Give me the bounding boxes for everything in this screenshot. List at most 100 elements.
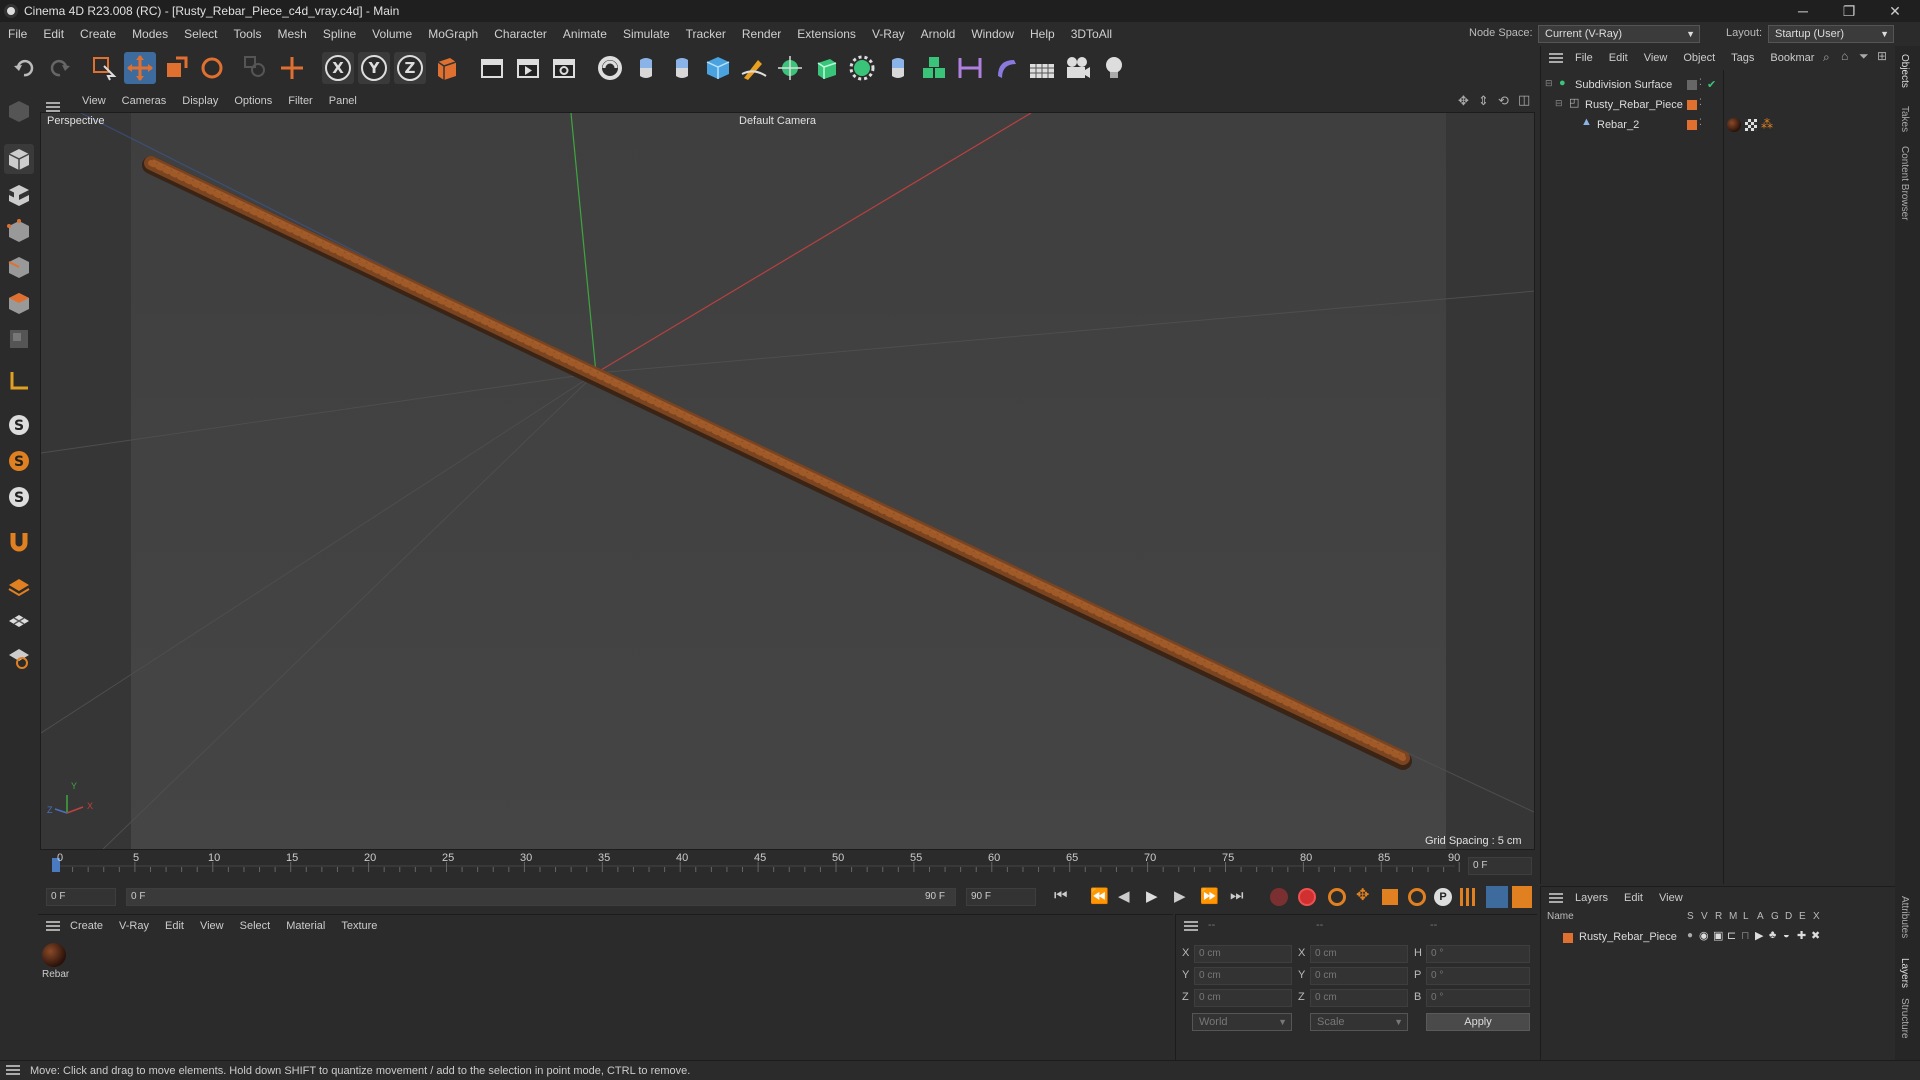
objects-menu-file[interactable]: File (1567, 52, 1601, 64)
play-icon[interactable]: ▶ (1146, 887, 1158, 905)
snap-button-2[interactable]: S (4, 446, 34, 476)
material-menu-texture[interactable]: Texture (333, 920, 385, 932)
size-x-field[interactable]: 0 cm (1310, 945, 1408, 963)
deformer-button[interactable] (990, 52, 1022, 84)
material-menu-material[interactable]: Material (278, 920, 333, 932)
material-menu-create[interactable]: Create (62, 920, 111, 932)
size-z-field[interactable]: 0 cm (1310, 989, 1408, 1007)
deformer-icon[interactable]: ◒ (1783, 929, 1790, 941)
y-axis-toggle[interactable]: Y (358, 52, 390, 84)
expression-icon[interactable]: ✚ (1797, 929, 1806, 942)
point-level-key-icon[interactable] (1460, 888, 1478, 906)
tab-objects[interactable]: Objects (1899, 54, 1910, 88)
uvw-tag-icon[interactable] (1745, 119, 1757, 131)
viewport-menu-cameras[interactable]: Cameras (114, 95, 175, 107)
mograph-button[interactable] (918, 52, 950, 84)
objects-menu-bookmarks[interactable]: Bookmar (1762, 52, 1822, 64)
tree-item-rusty-rebar-piece[interactable]: ⊟ ◰ Rusty_Rebar_Piece ⁚ (1541, 96, 1896, 116)
position-key-icon[interactable]: ✥ (1356, 885, 1369, 905)
viewport-menu-filter[interactable]: Filter (280, 95, 320, 107)
pen-spline-button[interactable] (738, 52, 770, 84)
render-clapboard-icon[interactable]: ▣ (1713, 929, 1723, 942)
vray-tag-icon[interactable]: ⁂ (1761, 117, 1773, 131)
edge-mode-button[interactable] (4, 252, 34, 282)
rotation-key-icon[interactable] (1408, 888, 1426, 906)
objects-menu-tags[interactable]: Tags (1723, 52, 1762, 64)
python-script-button-2[interactable] (666, 52, 698, 84)
xref-icon[interactable]: ✖ (1811, 929, 1820, 942)
python-script-button-3[interactable] (882, 52, 914, 84)
menu-file[interactable]: File (0, 27, 35, 41)
viewport-menu-options[interactable]: Options (226, 95, 280, 107)
close-button[interactable]: ✕ (1872, 0, 1918, 22)
menu-character[interactable]: Character (486, 27, 555, 41)
end-frame-field[interactable]: 90 F (966, 888, 1036, 906)
floor-button[interactable] (1026, 52, 1058, 84)
objects-menu-icon[interactable] (1549, 53, 1563, 63)
redo-button[interactable] (44, 52, 76, 84)
filter-icon[interactable]: ⏷ (1859, 49, 1869, 64)
menu-tools[interactable]: Tools (225, 27, 269, 41)
scale-key-icon[interactable] (1382, 889, 1398, 905)
menu-window[interactable]: Window (963, 27, 1022, 41)
manager-icon[interactable]: ⊏ (1727, 929, 1736, 942)
motion-path-toggle[interactable] (1486, 886, 1508, 908)
menu-create[interactable]: Create (72, 27, 124, 41)
menu-vray[interactable]: V-Ray (864, 27, 913, 41)
snap-button-1[interactable]: S (4, 410, 34, 440)
layer-color-swatch[interactable] (1687, 120, 1697, 130)
enabled-check-icon[interactable]: ✔ (1707, 78, 1716, 91)
expand-toggle-icon[interactable]: ⊟ (1545, 78, 1553, 89)
eye-icon[interactable]: ◉ (1699, 929, 1709, 942)
material-menu-vray[interactable]: V-Ray (111, 920, 157, 932)
live-selection-button[interactable] (88, 52, 120, 84)
layers-menu-edit[interactable]: Edit (1616, 892, 1651, 904)
timeline-ruler[interactable]: 0 5 10 15 20 25 30 35 40 45 50 55 60 65 … (40, 852, 1535, 880)
layers-menu-icon[interactable] (1549, 893, 1563, 903)
lock-icon[interactable]: ⊓ (1741, 929, 1750, 942)
grid-rotate-button[interactable] (4, 642, 34, 672)
search-icon[interactable]: ⌕ (1823, 50, 1830, 65)
uv-mode-button[interactable] (4, 324, 34, 354)
make-editable-button[interactable] (4, 96, 34, 126)
pos-x-field[interactable]: 0 cm (1194, 945, 1292, 963)
previous-frame-icon[interactable]: ◀ (1118, 887, 1130, 905)
render-region-button[interactable] (476, 52, 508, 84)
cloner-button[interactable] (846, 52, 878, 84)
extrude-button[interactable] (810, 52, 842, 84)
visibility-dots-icon[interactable]: ⁚ (1699, 117, 1702, 128)
menu-mograph[interactable]: MoGraph (420, 27, 486, 41)
menu-modes[interactable]: Modes (124, 27, 176, 41)
grid-snap-button[interactable] (4, 606, 34, 636)
objects-menu-edit[interactable]: Edit (1601, 52, 1636, 64)
menu-spline[interactable]: Spline (315, 27, 364, 41)
animation-play-icon[interactable]: ▶ (1755, 929, 1763, 942)
render-settings-button[interactable] (548, 52, 580, 84)
cube-primitive-button[interactable] (702, 52, 734, 84)
viewport-menu-display[interactable]: Display (174, 95, 226, 107)
restore-button[interactable]: ❐ (1826, 0, 1872, 22)
rotate-view-icon[interactable]: ⟲ (1498, 93, 1509, 109)
menu-extensions[interactable]: Extensions (789, 27, 864, 41)
visibility-dots-icon[interactable]: ⁚ (1699, 97, 1702, 108)
layer-row[interactable]: Rusty_Rebar_Piece ● ◉ ▣ ⊏ ⊓ ▶ ♣ ◒ ✚ ✖ (1541, 929, 1896, 947)
material-menu-icon[interactable] (46, 921, 60, 931)
menu-tracker[interactable]: Tracker (678, 27, 734, 41)
pos-y-field[interactable]: 0 cm (1194, 967, 1292, 985)
menu-render[interactable]: Render (734, 27, 789, 41)
size-mode-dropdown[interactable]: Scale ▼ (1310, 1013, 1408, 1031)
record-icon[interactable] (1270, 888, 1288, 906)
objects-menu-view[interactable]: View (1636, 52, 1676, 64)
workplane-button[interactable] (4, 366, 34, 396)
next-frame-icon[interactable]: ▶ (1174, 887, 1186, 905)
coords-menu-icon[interactable] (1184, 921, 1198, 931)
tree-item-rebar-2[interactable]: ▲ Rebar_2 ⁚ ⁂ (1541, 116, 1896, 136)
menu-edit[interactable]: Edit (35, 27, 72, 41)
solo-dot-icon[interactable]: ● (1687, 930, 1693, 941)
layers-menu-view[interactable]: View (1651, 892, 1691, 904)
previous-key-icon[interactable]: ⏪ (1090, 887, 1109, 905)
vray-button[interactable] (594, 52, 626, 84)
menu-select[interactable]: Select (176, 27, 225, 41)
go-to-end-icon[interactable]: ⏭ (1230, 887, 1244, 904)
tab-takes[interactable]: Takes (1899, 106, 1910, 132)
